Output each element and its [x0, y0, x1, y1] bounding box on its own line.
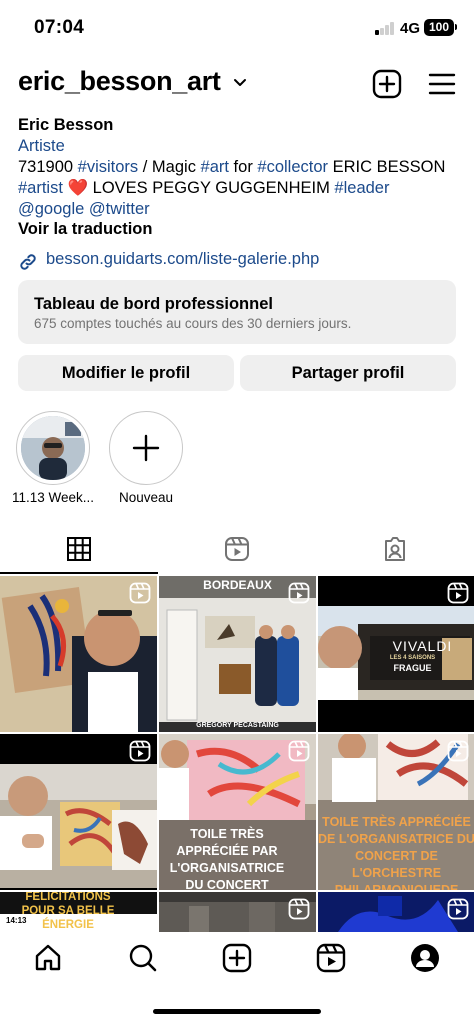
reel-indicator-icon	[288, 582, 310, 604]
hashtag-link[interactable]: #collector	[257, 158, 328, 176]
website-url[interactable]: besson.guidarts.com/liste-galerie.php	[46, 250, 319, 269]
tab-posts[interactable]	[0, 535, 158, 575]
post-overlay-text: LES 4 SAISONS	[389, 655, 436, 661]
tagged-icon	[385, 537, 405, 561]
create-post-icon[interactable]	[371, 68, 403, 100]
profile-category[interactable]: Artiste	[18, 136, 463, 157]
post-overlay-text: GREGORY PECASTAING	[196, 722, 279, 729]
tab-reels[interactable]	[158, 535, 316, 575]
reel-indicator-icon	[447, 582, 469, 604]
status-bar: 07:04 4G 100	[0, 0, 474, 56]
profile-icon[interactable]	[409, 942, 441, 974]
battery-icon: 100	[424, 19, 457, 36]
mention-link[interactable]: @google	[18, 200, 84, 218]
post-overlay-text: VIVALDI	[392, 638, 453, 654]
reels-icon[interactable]	[315, 942, 347, 974]
home-icon[interactable]	[32, 942, 64, 974]
bio-line: #artist ❤️ LOVES PEGGY GUGGENHEIM #leade…	[18, 179, 390, 197]
reel-indicator-icon	[288, 898, 310, 920]
dashboard-subtitle: 675 comptes touchés au cours des 30 dern…	[34, 316, 352, 331]
highlight-thumbnail	[21, 416, 85, 480]
post-overlay-text: FRAGUE	[393, 663, 432, 673]
highlight-ring	[109, 411, 183, 485]
post-thumbnail[interactable]	[0, 734, 157, 890]
profile-name: Eric Besson	[18, 116, 114, 134]
hashtag-link[interactable]: #art	[201, 158, 229, 176]
post-overlay-text: TOILE TRÈS APPRÉCIÉE PAR L'ORGANISATRICE…	[169, 827, 285, 890]
highlight-ring	[16, 411, 90, 485]
search-icon[interactable]	[127, 942, 159, 974]
post-thumbnail[interactable]	[159, 892, 316, 932]
post-overlay-text: TOILE TRÈS APPRÉCIÉE DE L'ORGANISATRICE …	[318, 815, 474, 890]
posts-grid-icon	[67, 537, 91, 561]
hashtag-link[interactable]: #leader	[334, 179, 389, 197]
share-profile-button[interactable]: Partager profil	[240, 355, 456, 391]
reel-indicator-icon	[129, 582, 151, 604]
cellular-signal-icon	[375, 22, 397, 35]
heart-emoji: ❤️	[67, 179, 89, 197]
chevron-down-icon[interactable]	[232, 75, 248, 91]
highlight-label: Nouveau	[118, 490, 174, 505]
highlight-label: 11.13 Week...	[11, 490, 95, 505]
post-thumbnail[interactable]: FÉLICITATIONS POUR SA BELLE ÉNERGIE 14:1…	[0, 892, 157, 932]
network-type: 4G	[400, 20, 421, 37]
reel-indicator-icon	[447, 740, 469, 762]
link-icon	[20, 254, 36, 270]
mention-link[interactable]: @twitter	[89, 200, 150, 218]
post-overlay-text: FÉLICITATIONS POUR SA BELLE ÉNERGIE	[21, 892, 115, 931]
story-highlight[interactable]: 11.13 Week...	[8, 411, 98, 505]
professional-dashboard-card[interactable]: Tableau de bord professionnel 675 compte…	[18, 280, 456, 344]
post-thumbnail[interactable]: VIVALDI LES 4 SAISONS FRAGUE	[318, 576, 474, 732]
hashtag-link[interactable]: #artist	[18, 179, 63, 197]
home-indicator	[153, 1009, 321, 1014]
post-thumbnail[interactable]: BORDEAUX GREGORY PECASTAING	[159, 576, 316, 732]
plus-icon	[132, 434, 160, 462]
bio-line: @google @twitter	[18, 199, 463, 220]
profile-username[interactable]: eric_besson_art	[18, 66, 221, 97]
reel-indicator-icon	[288, 740, 310, 762]
post-thumbnail[interactable]: TOILE TRÈS APPRÉCIÉE DE L'ORGANISATRICE …	[318, 734, 474, 890]
tab-tagged[interactable]	[316, 535, 474, 575]
clock: 07:04	[34, 17, 85, 38]
edit-profile-button[interactable]: Modifier le profil	[18, 355, 234, 391]
post-overlay-time: 14:13	[6, 916, 27, 925]
post-thumbnail[interactable]	[0, 576, 157, 732]
new-highlight-button[interactable]: Nouveau	[101, 411, 191, 505]
translate-link[interactable]: Voir la traduction	[18, 219, 463, 240]
active-tab-indicator	[0, 572, 158, 574]
bio-line: 731900 #visitors / Magic #art for #colle…	[18, 158, 446, 176]
reel-indicator-icon	[447, 898, 469, 920]
hashtag-link[interactable]: #visitors	[78, 158, 139, 176]
dashboard-title: Tableau de bord professionnel	[34, 295, 273, 313]
create-icon[interactable]	[221, 942, 253, 974]
post-thumbnail[interactable]: TOILE TRÈS APPRÉCIÉE PAR L'ORGANISATRICE…	[159, 734, 316, 890]
reel-indicator-icon	[129, 740, 151, 762]
reels-icon	[225, 537, 249, 561]
post-thumbnail[interactable]	[318, 892, 474, 932]
hamburger-menu-icon[interactable]	[426, 68, 458, 100]
